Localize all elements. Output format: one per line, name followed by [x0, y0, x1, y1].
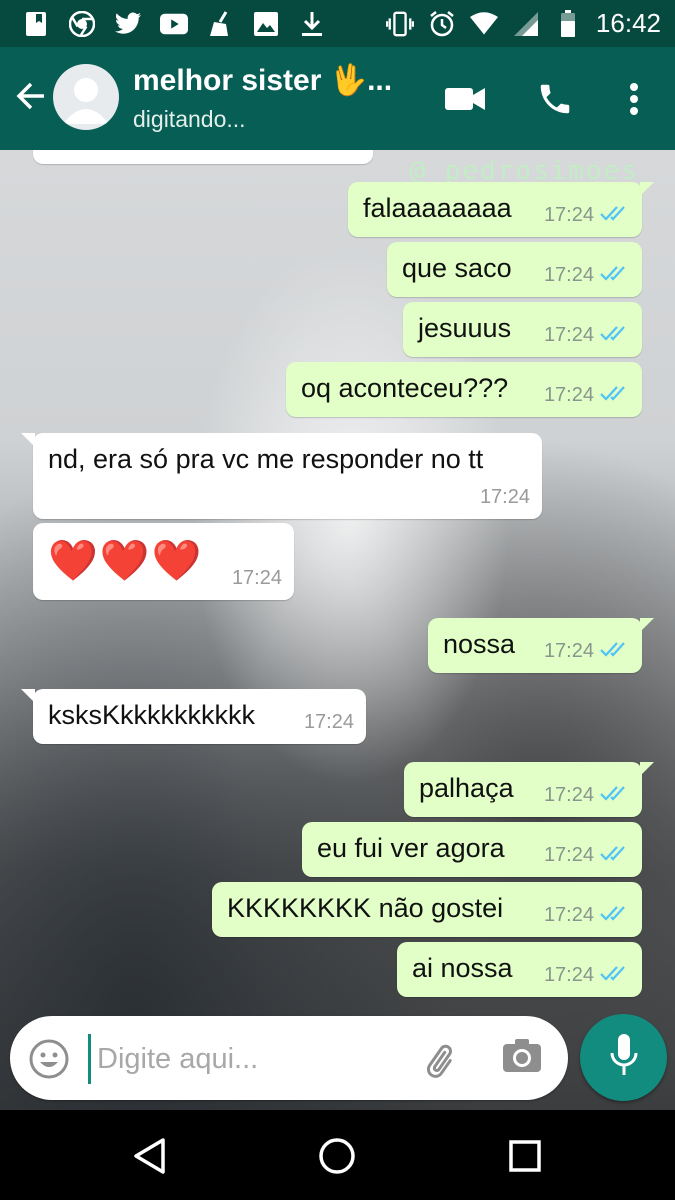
message-time: 17:24	[231, 567, 282, 589]
bookmark-icon	[22, 10, 50, 38]
message-bubble-partial[interactable]	[33, 150, 373, 164]
download-icon	[298, 10, 326, 38]
chat-area[interactable]: @ pedrosimoes falaaaaaaaa 17:24 que saco…	[0, 150, 675, 1110]
message-composer	[10, 1016, 568, 1100]
message-text: nossa	[443, 629, 516, 659]
message-meta: 17:24	[232, 567, 282, 590]
message-bubble-outgoing[interactable]: eu fui ver agora 17:24	[302, 822, 642, 877]
message-meta: 17:24	[544, 784, 630, 807]
camera-icon[interactable]	[502, 1038, 546, 1082]
message-input[interactable]	[88, 1034, 399, 1084]
typing-status: digitando...	[133, 106, 246, 132]
message-bubble-outgoing[interactable]: KKKKKKKK não gostei 17:24	[212, 882, 642, 937]
message-time: 17:24	[543, 324, 594, 346]
double-check-icon	[600, 264, 630, 287]
home-circle-icon[interactable]	[315, 1134, 359, 1178]
message-text: oq aconteceu???	[301, 373, 509, 403]
message-time: 17:24	[543, 204, 594, 226]
message-meta: 17:24	[480, 486, 530, 509]
chrome-icon	[68, 10, 96, 38]
message-text: ksksKkkkkkkkkkk	[48, 700, 256, 730]
video-call-icon[interactable]	[443, 77, 487, 121]
message-meta: 17:24	[544, 384, 630, 407]
message-bubble-outgoing[interactable]: nossa 17:24	[428, 618, 654, 673]
mic-button[interactable]	[580, 1014, 667, 1101]
message-time: 17:24	[543, 784, 594, 806]
message-meta: 17:24	[544, 844, 630, 867]
message-time: 17:24	[543, 384, 594, 406]
message-time: 17:24	[543, 844, 594, 866]
double-check-icon	[600, 784, 630, 807]
bubble-tail	[640, 762, 654, 776]
vibrate-icon	[385, 10, 414, 38]
double-check-icon	[600, 204, 630, 227]
back-triangle-icon[interactable]	[128, 1134, 172, 1178]
message-time: 17:24	[543, 264, 594, 286]
message-time: 17:24	[543, 904, 594, 926]
message-bubble-outgoing[interactable]: ai nossa 17:24	[397, 942, 642, 997]
android-nav-bar	[0, 1110, 675, 1200]
message-bubble-incoming[interactable]: ❤️❤️❤️ 17:24	[33, 523, 294, 600]
message-meta: 17:24	[544, 324, 630, 347]
message-bubble-outgoing[interactable]: jesuuus 17:24	[403, 302, 642, 357]
back-arrow-icon[interactable]	[14, 79, 48, 113]
overflow-menu-icon[interactable]	[612, 77, 656, 121]
message-bubble-outgoing[interactable]: oq aconteceu??? 17:24	[286, 362, 642, 417]
chat-header: melhor sister 🖖... digitando...	[0, 47, 675, 150]
youtube-icon	[160, 10, 188, 38]
image-icon	[252, 10, 280, 38]
double-check-icon	[600, 384, 630, 407]
attach-clip-icon[interactable]	[420, 1038, 464, 1082]
emoji-icon[interactable]	[28, 1038, 70, 1080]
double-check-icon	[600, 964, 630, 987]
message-text: nd, era só pra vc me responder no tt	[48, 444, 484, 474]
clock: 16:42	[595, 8, 661, 38]
microphone-icon	[608, 1033, 640, 1082]
message-text: eu fui ver agora	[317, 833, 505, 863]
message-bubble-outgoing[interactable]: que saco 17:24	[387, 242, 642, 297]
battery-icon	[554, 9, 582, 38]
status-bar: 16:42	[0, 0, 675, 47]
system-indicators: 16:42	[385, 8, 661, 39]
double-check-icon	[600, 640, 630, 663]
message-text: falaaaaaaaa	[363, 193, 512, 223]
message-text: ai nossa	[412, 953, 513, 983]
double-check-icon	[600, 844, 630, 867]
notification-icons	[22, 10, 326, 38]
message-time: 17:24	[303, 711, 354, 733]
message-text: jesuuus	[418, 313, 512, 343]
recents-square-icon[interactable]	[503, 1134, 547, 1178]
double-check-icon	[600, 324, 630, 347]
message-meta: 17:24	[304, 711, 354, 734]
message-text: ❤️❤️❤️	[48, 539, 204, 583]
message-meta: 17:24	[544, 964, 630, 987]
message-meta: 17:24	[544, 264, 630, 287]
message-bubble-outgoing[interactable]: palhaça 17:24	[404, 762, 654, 817]
bubble-tail	[21, 433, 35, 447]
message-time: 17:24	[543, 640, 594, 662]
message-meta: 17:24	[544, 204, 630, 227]
message-bubble-incoming[interactable]: ksksKkkkkkkkkkk 17:24	[21, 689, 366, 744]
message-text: que saco	[402, 253, 512, 283]
message-bubble-incoming[interactable]: nd, era só pra vc me responder no tt 17:…	[21, 433, 542, 519]
broom-icon	[206, 10, 234, 38]
bubble-tail	[21, 689, 35, 703]
double-check-icon	[600, 904, 630, 927]
avatar[interactable]	[53, 64, 119, 130]
twitter-icon	[114, 10, 142, 38]
message-bubble-outgoing[interactable]: falaaaaaaaa 17:24	[348, 182, 654, 237]
message-text: palhaça	[419, 773, 514, 803]
contact-name[interactable]: melhor sister 🖖...	[133, 63, 392, 98]
message-time: 17:24	[479, 486, 530, 508]
alarm-icon	[428, 10, 456, 38]
bubble-tail	[640, 618, 654, 632]
message-time: 17:24	[543, 964, 594, 986]
message-meta: 17:24	[544, 640, 630, 663]
bubble-tail	[640, 182, 654, 196]
signal-icon	[512, 10, 540, 38]
message-meta: 17:24	[544, 904, 630, 927]
message-text: KKKKKKKK não gostei	[227, 893, 504, 923]
phone-call-icon[interactable]	[533, 77, 577, 121]
wifi-icon	[469, 10, 498, 38]
